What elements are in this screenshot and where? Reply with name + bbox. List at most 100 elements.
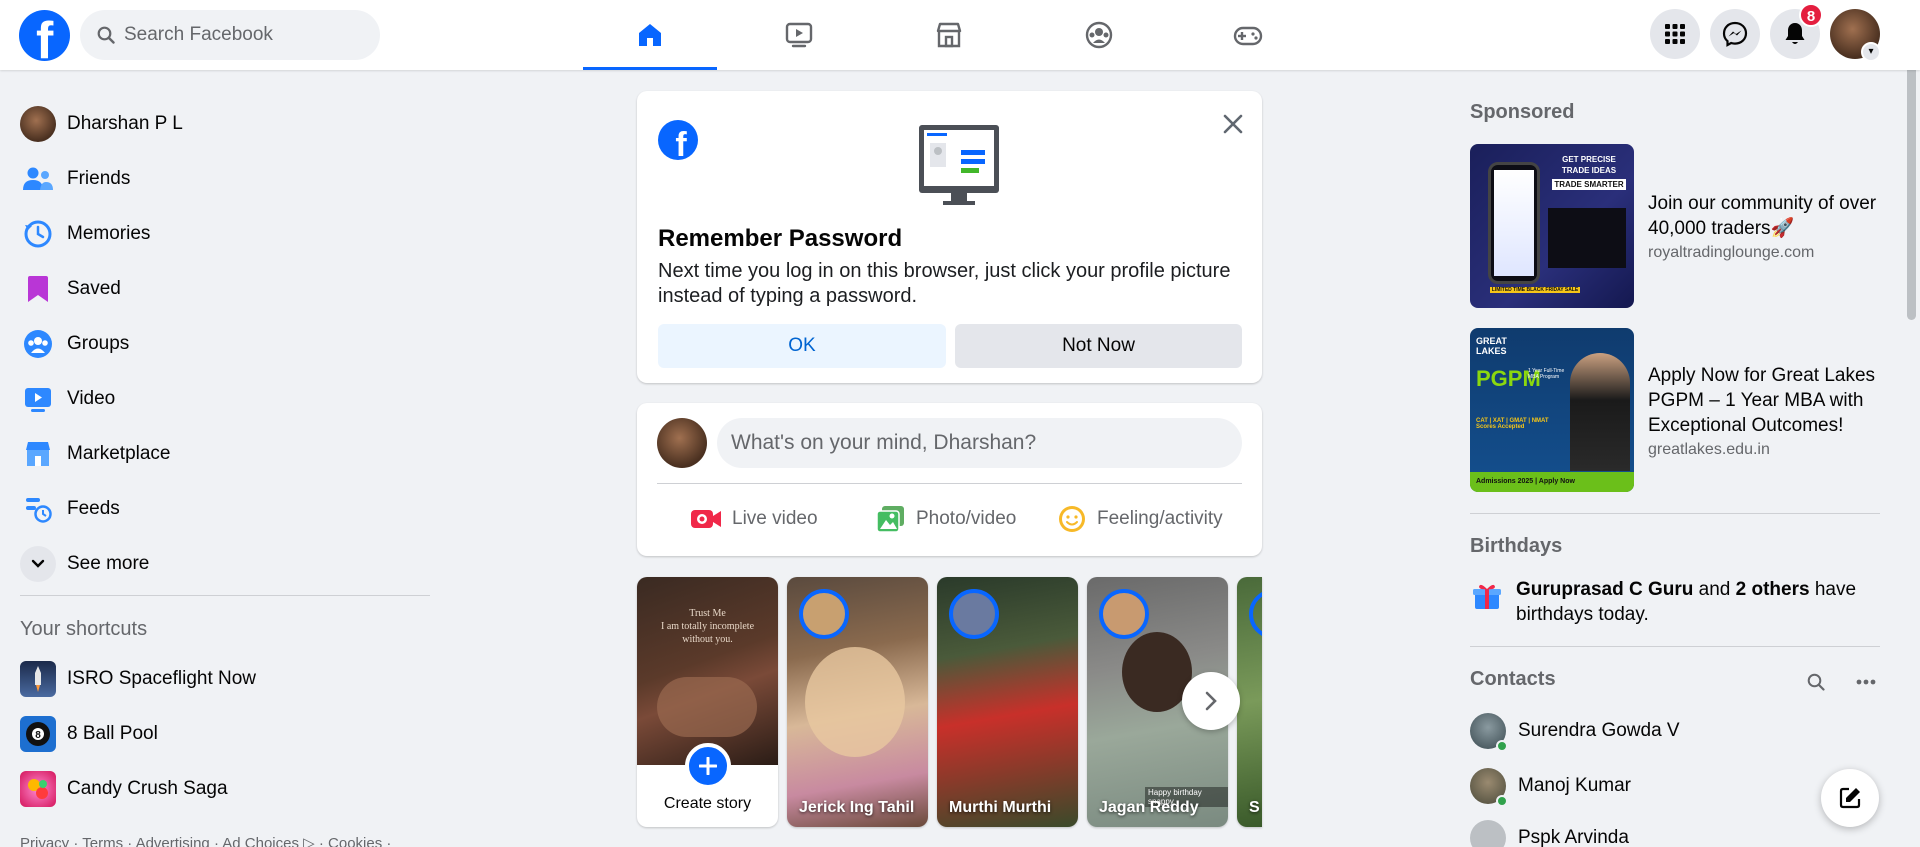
tab-home[interactable]	[583, 0, 717, 70]
saved-icon	[20, 271, 56, 307]
sidebar-item-label: Marketplace	[67, 443, 171, 464]
contact-name: Surendra Gowda V	[1518, 720, 1680, 741]
search-icon	[97, 26, 115, 44]
sponsored-ad[interactable]: GET PRECISE TRADE IDEAS TRADE SMARTER LI…	[1462, 144, 1882, 310]
story-avatar	[949, 589, 999, 639]
sidebar-item-memories[interactable]: Memories	[8, 208, 428, 260]
create-story-label: Create story	[663, 795, 752, 812]
close-button[interactable]	[1215, 106, 1251, 142]
sidebar-item-see-more[interactable]: See more	[8, 538, 428, 590]
stories-next-button[interactable]	[1182, 672, 1240, 730]
story-card[interactable]: S	[1237, 577, 1262, 827]
story-author: Murthi Murthi	[949, 799, 1052, 816]
search-input[interactable]	[124, 10, 364, 60]
ad-url[interactable]: greatlakes.edu.in	[1648, 441, 1770, 459]
messenger-icon	[1722, 21, 1748, 47]
facebook-logo-icon: f	[658, 120, 698, 160]
sidebar-item-marketplace[interactable]: Marketplace	[8, 428, 428, 480]
ad-headline[interactable]: Apply Now for Great Lakes PGPM – 1 Year …	[1648, 363, 1878, 438]
sidebar-item-video[interactable]: Video	[8, 373, 428, 425]
feeling-activity-button[interactable]: Feeling/activity	[1057, 495, 1223, 543]
not-now-button[interactable]: Not Now	[955, 324, 1242, 368]
8-ball-pool-icon: 8	[20, 716, 56, 752]
ad-image-line: LIMITED TIME BLACK FRIDAY SALE	[1490, 287, 1580, 293]
story-author: Jerick Ing Tahil	[799, 799, 915, 816]
video-icon	[785, 22, 813, 48]
shortcut-isro[interactable]: ISRO Spaceflight Now	[8, 653, 428, 705]
contacts-options-button[interactable]	[1850, 666, 1882, 698]
shortcuts-title: Your shortcuts	[20, 618, 148, 640]
facebook-logo[interactable]: f	[19, 10, 70, 61]
ad-image-line: TRADE SMARTER	[1552, 179, 1626, 190]
ad-headline[interactable]: Join our community of over 40,000 trader…	[1648, 191, 1878, 241]
composer-input[interactable]	[717, 418, 1242, 468]
online-status-dot	[1496, 795, 1508, 807]
sidebar-item-label: Feeds	[67, 498, 120, 519]
live-video-icon	[691, 510, 721, 528]
contact-item[interactable]: Pspk Arvinda	[1462, 812, 1882, 847]
right-divider	[1470, 646, 1880, 647]
contacts-title: Contacts	[1470, 668, 1556, 690]
shortcut-candy-crush[interactable]: Candy Crush Saga	[8, 763, 428, 815]
story-card[interactable]: Murthi Murthi	[937, 577, 1078, 827]
menu-button[interactable]	[1650, 9, 1700, 59]
sidebar-item-label: Memories	[67, 223, 151, 244]
remember-password-card: f Remember Password Next time you log in…	[637, 91, 1262, 383]
shortcut-8-ball-pool[interactable]: 8 8 Ball Pool	[8, 708, 428, 760]
page-scrollbar[interactable]	[1903, 0, 1920, 847]
ok-button[interactable]: OK	[658, 324, 946, 368]
add-story-button[interactable]	[685, 743, 731, 789]
contact-item[interactable]: Manoj Kumar	[1462, 760, 1882, 812]
footer-links[interactable]: Privacy · Terms · Advertising · Ad Choic…	[20, 834, 391, 847]
composer-avatar[interactable]	[657, 418, 707, 468]
chevron-down-icon[interactable]: ▾	[1861, 42, 1881, 62]
story-avatar	[1099, 589, 1149, 639]
sponsored-title: Sponsored	[1470, 101, 1575, 123]
birthday-name[interactable]: Guruprasad C Guru	[1516, 579, 1693, 600]
remember-password-text: Next time you log in on this browser, ju…	[658, 260, 1231, 307]
sidebar-item-label: Dharshan P L	[67, 113, 183, 134]
friends-icon	[20, 161, 56, 197]
plus-icon	[699, 757, 717, 775]
messenger-button[interactable]	[1710, 9, 1760, 59]
memories-icon	[20, 216, 56, 252]
story-card[interactable]: Jerick Ing Tahil	[787, 577, 928, 827]
svg-text:f: f	[675, 126, 687, 160]
ad-url[interactable]: royaltradinglounge.com	[1648, 244, 1814, 262]
sidebar-item-saved[interactable]: Saved	[8, 263, 428, 315]
live-video-label: Live video	[732, 508, 818, 529]
sidebar-divider	[20, 595, 430, 596]
birthdays-title: Birthdays	[1470, 535, 1563, 557]
sidebar-item-groups[interactable]: Groups	[8, 318, 428, 370]
tab-video[interactable]	[732, 0, 866, 70]
video-icon	[20, 381, 56, 417]
chevron-down-icon	[20, 546, 56, 582]
sponsored-ad[interactable]: GREAT LAKES PGPM 1 Year Full-Time MBA Pr…	[1462, 328, 1882, 494]
sidebar-item-feeds[interactable]: Feeds	[8, 483, 428, 535]
photo-video-button[interactable]: Photo/video	[876, 495, 1016, 543]
close-icon	[1223, 114, 1243, 134]
create-story-card[interactable]: Trust Me I am totally incomplete without…	[637, 577, 778, 827]
sidebar-item-friends[interactable]: Friends	[8, 153, 428, 205]
tab-groups[interactable]	[1032, 0, 1166, 70]
search-box[interactable]	[80, 10, 380, 60]
computer-illustration-icon	[919, 125, 999, 205]
new-message-button[interactable]	[1821, 769, 1879, 827]
tab-marketplace[interactable]	[882, 0, 1016, 70]
contact-name: Pspk Arvinda	[1518, 827, 1629, 847]
feeds-icon	[20, 491, 56, 527]
photo-video-label: Photo/video	[916, 508, 1017, 529]
ad-image-line: CAT | XAT | GMAT | NMAT Scores Accepted	[1476, 418, 1549, 430]
ad-image-line: GREAT LAKES	[1476, 336, 1507, 356]
top-navigation-bar: f 8 ▾	[0, 0, 1920, 70]
contact-item[interactable]: Surendra Gowda V	[1462, 705, 1882, 757]
sidebar-item-label: Video	[67, 388, 116, 409]
birthday-others[interactable]: 2 others	[1736, 579, 1810, 600]
svg-text:8: 8	[35, 730, 41, 741]
live-video-button[interactable]: Live video	[690, 495, 818, 543]
tab-gaming[interactable]	[1181, 0, 1315, 70]
sidebar-item-profile[interactable]: Dharshan P L	[8, 98, 428, 150]
birthday-and: and	[1693, 579, 1736, 600]
birthday-item[interactable]: Guruprasad C Guru and 2 others have birt…	[1470, 577, 1880, 631]
contacts-search-button[interactable]	[1800, 666, 1832, 698]
